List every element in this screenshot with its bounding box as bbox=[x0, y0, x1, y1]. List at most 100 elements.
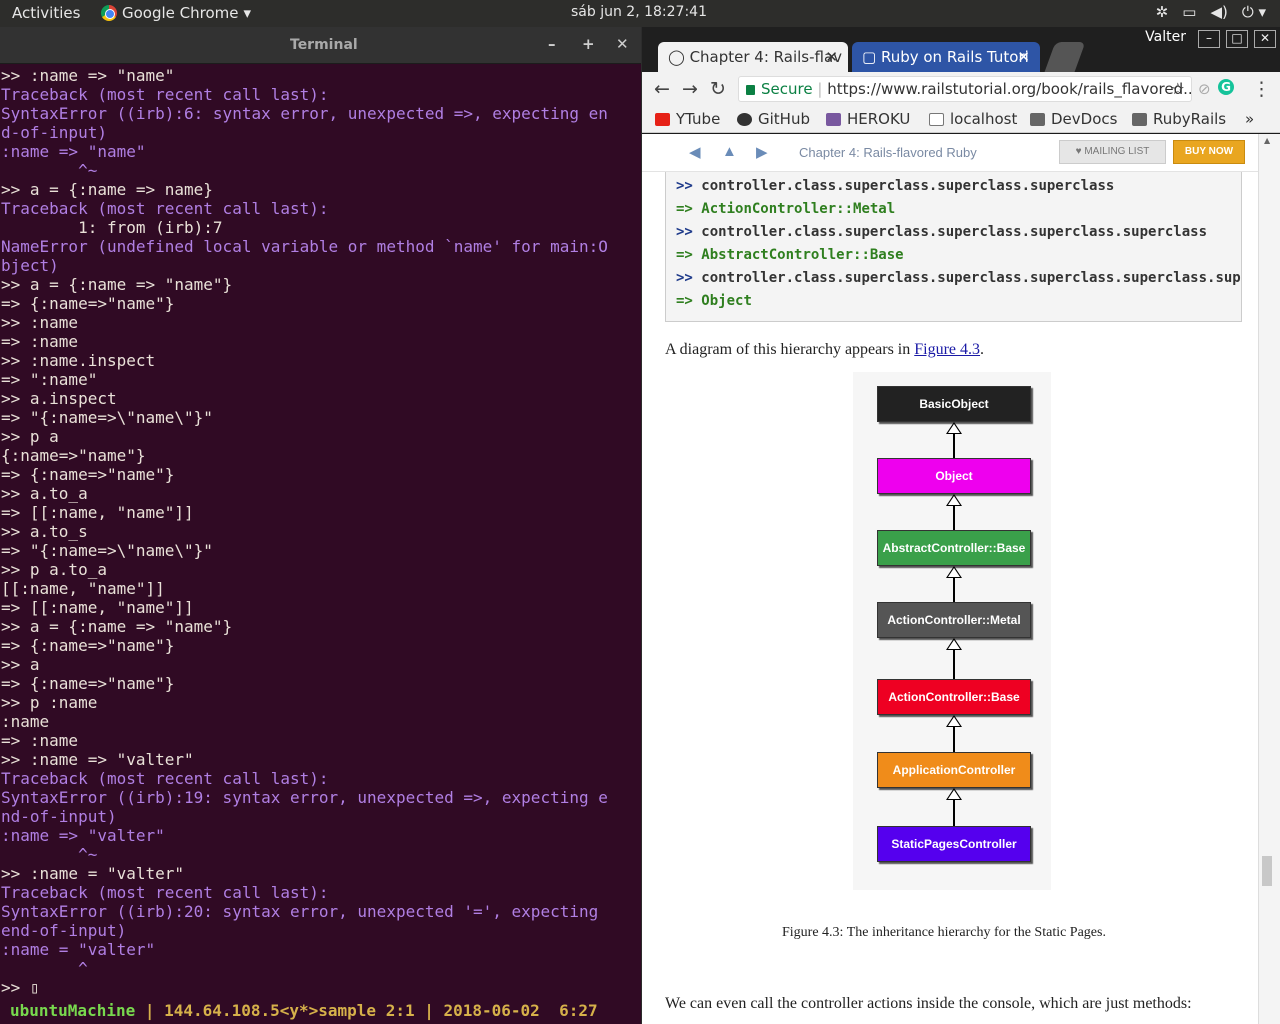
close-button[interactable]: ✕ bbox=[1254, 30, 1276, 48]
class-node: BasicObject bbox=[877, 386, 1031, 422]
figure-caption: Figure 4.3: The inheritance hierarchy fo… bbox=[782, 925, 1106, 940]
code-line: >> controller.class.superclass.superclas… bbox=[676, 270, 1241, 293]
inheritance-arrow bbox=[953, 800, 955, 826]
volume-icon[interactable]: ◀) bbox=[1210, 3, 1227, 21]
code-prompt: => bbox=[676, 293, 702, 309]
grammarly-icon[interactable]: G bbox=[1218, 79, 1234, 95]
tab-ruby-on-rails-tutorial[interactable]: ▢ Ruby on Rails Tutori ✕ bbox=[852, 42, 1040, 72]
close-tab-icon[interactable]: ✕ bbox=[1017, 48, 1030, 66]
terminal-line: => "{:name=>\"name\"}" bbox=[1, 541, 213, 560]
address-bar[interactable]: Secure | https://www.railstutorial.org/b… bbox=[738, 76, 1192, 102]
chapter-nav-bar: ◀ ▲ ▶ Chapter 4: Rails-flavored Ruby ♥ M… bbox=[642, 134, 1258, 172]
terminal-line: {:name=>"name"} bbox=[1, 446, 146, 465]
chapter-title[interactable]: Chapter 4: Rails-flavored Ruby bbox=[799, 145, 977, 160]
inheritance-arrow bbox=[953, 578, 955, 602]
page-icon bbox=[929, 112, 944, 126]
power-icon[interactable]: ⏻ ▾ bbox=[1242, 3, 1266, 21]
code-text: ActionController::Metal bbox=[701, 201, 896, 217]
web-page[interactable]: ◀ ▲ ▶ Chapter 4: Rails-flavored Ruby ♥ M… bbox=[642, 134, 1258, 1024]
prev-chapter-icon[interactable]: ◀ bbox=[689, 143, 701, 161]
terminal-line: >> ▯ bbox=[1, 978, 40, 997]
terminal-line: >> p :name bbox=[1, 693, 98, 712]
inheritance-arrow bbox=[953, 650, 955, 679]
terminal-line: bject) bbox=[1, 256, 59, 275]
bookmark-rubyrails[interactable]: RubyRails bbox=[1132, 110, 1226, 128]
terminal-line: >> p a.to_a bbox=[1, 560, 107, 579]
profile-button[interactable]: Valter bbox=[1139, 30, 1192, 48]
bookmark-star-icon[interactable]: ☆ bbox=[1171, 79, 1185, 98]
code-line: => ActionController::Metal bbox=[676, 201, 1231, 224]
extension-icon[interactable]: ⊘ bbox=[1198, 80, 1211, 98]
terminal-line: ^~ bbox=[1, 845, 98, 864]
system-tray[interactable]: ✲ ▭ ◀) ⏻ ▾ bbox=[1156, 3, 1266, 21]
minimize-button[interactable]: – bbox=[548, 35, 556, 53]
new-tab-button[interactable] bbox=[1044, 42, 1086, 72]
terminal-titlebar[interactable]: Terminal – + ✕ bbox=[0, 27, 641, 64]
secure-label: Secure bbox=[761, 80, 813, 98]
terminal-line: >> :name.inspect bbox=[1, 351, 156, 370]
bookmark-github[interactable]: GitHub bbox=[737, 110, 810, 128]
back-icon[interactable]: ← bbox=[654, 78, 670, 100]
terminal-line: end-of-input) bbox=[1, 921, 127, 940]
terminal-line: => :name bbox=[1, 332, 79, 351]
forward-icon[interactable]: → bbox=[682, 78, 698, 100]
terminal-line: >> a.to_a bbox=[1, 484, 88, 503]
close-tab-icon[interactable]: ✕ bbox=[825, 48, 838, 66]
activities-button[interactable]: Activities bbox=[12, 4, 80, 22]
minimize-button[interactable]: – bbox=[1198, 30, 1220, 48]
buy-now-button[interactable]: BUY NOW bbox=[1173, 140, 1245, 164]
terminal-line: >> :name bbox=[1, 313, 79, 332]
tab-favicon-icon: ▢ bbox=[862, 48, 881, 66]
arrow-head bbox=[946, 715, 962, 727]
terminal-line: >> a.to_s bbox=[1, 522, 88, 541]
maximize-button[interactable]: + bbox=[582, 35, 595, 53]
bookmark-heroku[interactable]: HEROKU bbox=[826, 110, 910, 128]
code-prompt: >> bbox=[676, 270, 702, 286]
up-icon[interactable]: ▲ bbox=[722, 143, 737, 160]
folder-icon bbox=[1132, 112, 1147, 126]
terminal-line: >> :name = "valter" bbox=[1, 864, 185, 883]
bookmark-ytube[interactable]: YTube bbox=[655, 110, 720, 128]
scrollbar-thumb[interactable] bbox=[1262, 856, 1272, 886]
reload-icon[interactable]: ↻ bbox=[710, 78, 726, 100]
code-line: => AbstractController::Base bbox=[676, 247, 1231, 270]
youtube-icon bbox=[655, 112, 670, 126]
screen-icon[interactable]: ▭ bbox=[1182, 3, 1196, 21]
bookmark-label: RubyRails bbox=[1153, 110, 1227, 128]
maximize-button[interactable]: □ bbox=[1226, 30, 1248, 48]
heroku-icon bbox=[826, 112, 841, 126]
terminal-line: >> p a bbox=[1, 427, 59, 446]
terminal-line: NameError (undefined local variable or m… bbox=[1, 237, 608, 256]
clock[interactable]: sáb jun 2, 18:27:41 bbox=[571, 4, 707, 20]
accessibility-icon[interactable]: ✲ bbox=[1156, 3, 1169, 21]
mailing-list-button[interactable]: ♥ MAILING LIST bbox=[1059, 140, 1166, 164]
arrow-head bbox=[946, 494, 962, 506]
terminal-window[interactable]: Terminal – + ✕ >> :name => "name" Traceba… bbox=[0, 27, 641, 1024]
terminal-line: => {:name=>"name"} bbox=[1, 465, 175, 484]
bookmarks-overflow-icon[interactable]: » bbox=[1245, 110, 1254, 128]
paragraph: A diagram of this hierarchy appears in F… bbox=[665, 341, 984, 359]
terminal-output[interactable]: >> :name => "name" Traceback (most recent… bbox=[0, 65, 641, 1000]
code-text: AbstractController::Base bbox=[701, 247, 904, 263]
tab-strip[interactable]: ◯ Chapter 4: Rails-flav ✕ ▢ Ruby on Rail… bbox=[642, 27, 1280, 72]
close-button[interactable]: ✕ bbox=[616, 35, 629, 53]
figure-link[interactable]: Figure 4.3 bbox=[914, 341, 980, 358]
chrome-window[interactable]: ◯ Chapter 4: Rails-flav ✕ ▢ Ruby on Rail… bbox=[642, 27, 1280, 1024]
menu-icon[interactable]: ⋮ bbox=[1252, 78, 1271, 100]
next-chapter-icon[interactable]: ▶ bbox=[756, 143, 768, 161]
terminal-line: 1: from (irb):7 bbox=[1, 218, 223, 237]
bookmark-localhost[interactable]: localhost bbox=[929, 110, 1017, 128]
gnome-top-bar: Activities Google Chrome ▾ sáb jun 2, 18… bbox=[0, 0, 1280, 27]
app-name: Google Chrome bbox=[122, 4, 239, 22]
terminal-line: Traceback (most recent call last): bbox=[1, 883, 329, 902]
scroll-up-icon[interactable]: ▲ bbox=[1264, 136, 1270, 145]
tab-chapter-4[interactable]: ◯ Chapter 4: Rails-flav ✕ bbox=[658, 42, 848, 72]
terminal-line: >> a.inspect bbox=[1, 389, 117, 408]
arrow-head bbox=[946, 566, 962, 578]
app-menu[interactable]: Google Chrome ▾ bbox=[101, 4, 251, 22]
terminal-line: >> a = {:name => "name"} bbox=[1, 617, 233, 636]
bookmark-devdocs[interactable]: DevDocs bbox=[1030, 110, 1117, 128]
page-scrollbar[interactable]: ▲ bbox=[1258, 134, 1280, 1024]
terminal-line: d-of-input) bbox=[1, 123, 107, 142]
browser-toolbar: ← → ↻ Secure | https://www.railstutorial… bbox=[642, 72, 1280, 105]
